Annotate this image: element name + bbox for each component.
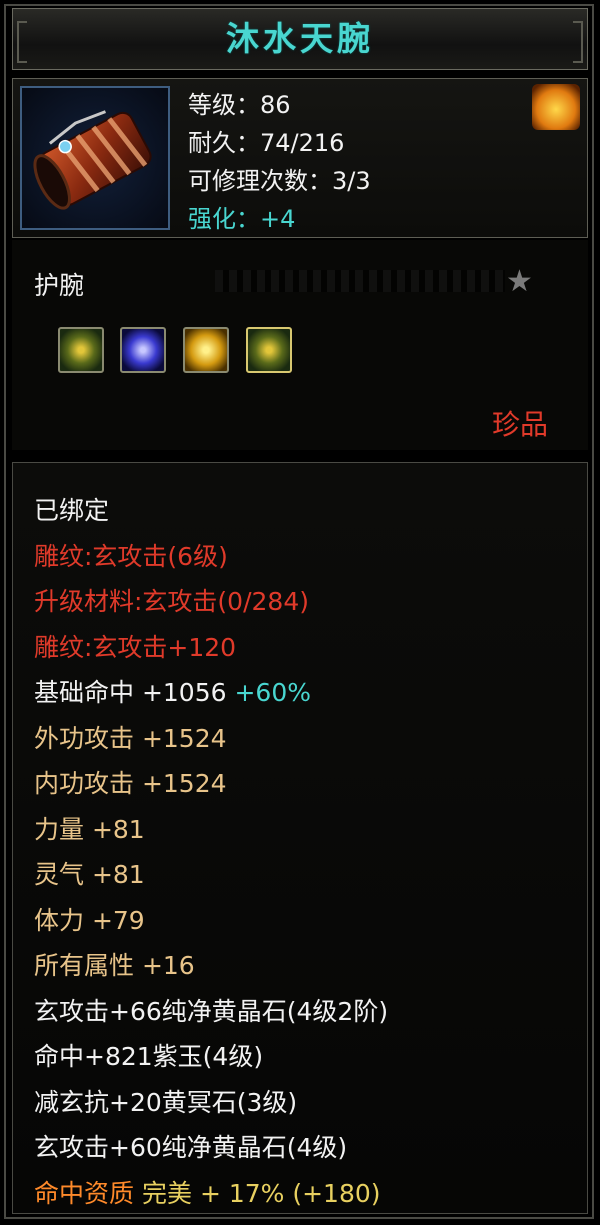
internal-attack: 内功攻击 +1524: [34, 769, 227, 798]
item-type: 护腕: [34, 271, 85, 300]
socket-gem-2: 命中+821紫玉(4级): [34, 1042, 264, 1071]
flame-icon: [532, 84, 580, 130]
yellow-green-gem-icon[interactable]: [58, 327, 104, 373]
base-hit: 基础命中 +1056 +60%: [34, 670, 388, 716]
base-hit-value: 基础命中 +1056: [34, 678, 227, 707]
socket-gem-3: 减玄抗+20黄冥石(3级): [34, 1087, 298, 1117]
item-quality: 珍品: [492, 408, 549, 441]
item-level: 等级：86: [188, 91, 291, 119]
strength: 力量 +81: [34, 814, 145, 844]
star-icon: ★: [506, 264, 533, 299]
socket-gem-1: 玄攻击+66纯净黄晶石(4级2阶): [34, 996, 389, 1026]
spirit: 灵气 +81: [34, 860, 145, 889]
aptitude-grade: 完美: [141, 1178, 192, 1208]
base-hit-percent: +60%: [226, 678, 311, 707]
aptitude-value: + 17% (+180): [199, 1178, 381, 1208]
item-stats: 等级：86 耐久：74/216 可修理次数：3/3 强化：+4: [188, 86, 371, 238]
engrave-bonus: 雕纹:玄攻击+120: [34, 632, 237, 662]
external-attack: 外功攻击 +1524: [34, 723, 227, 753]
engrave-level: 雕纹:玄攻击(6级): [34, 541, 228, 571]
all-attributes: 所有属性 +16: [34, 951, 195, 980]
stamina: 体力 +79: [34, 905, 145, 935]
item-repair-count: 可修理次数：3/3: [188, 167, 371, 195]
item-icon-slot[interactable]: [20, 86, 170, 230]
upgrade-material: 升级材料:玄攻击(0/284): [34, 587, 309, 616]
item-enhance: 强化：+4: [188, 205, 296, 233]
bound-status: 已绑定: [34, 496, 110, 525]
item-name: 沐水天腕: [226, 19, 374, 58]
title-corner-left: [17, 21, 27, 63]
item-durability: 耐久：74/216: [188, 129, 345, 157]
aptitude-label: 命中资质: [34, 1178, 135, 1208]
gold-gem-icon[interactable]: [183, 327, 229, 373]
attribute-list: 已绑定 雕纹:玄攻击(6级) 升级材料:玄攻击(0/284) 雕纹:玄攻击+12…: [34, 488, 388, 1216]
yellow-green-gem-icon[interactable]: [246, 327, 292, 373]
hit-aptitude: 命中资质 完美 + 17% (+180): [34, 1171, 388, 1217]
star-track: [215, 270, 505, 292]
socket-gem-4: 玄攻击+60纯净黄晶石(4级): [34, 1133, 348, 1162]
bracer-icon: [33, 110, 152, 210]
title-corner-right: [573, 21, 583, 63]
purple-gem-icon[interactable]: [120, 327, 166, 373]
title-bar: 沐水天腕: [12, 8, 588, 70]
